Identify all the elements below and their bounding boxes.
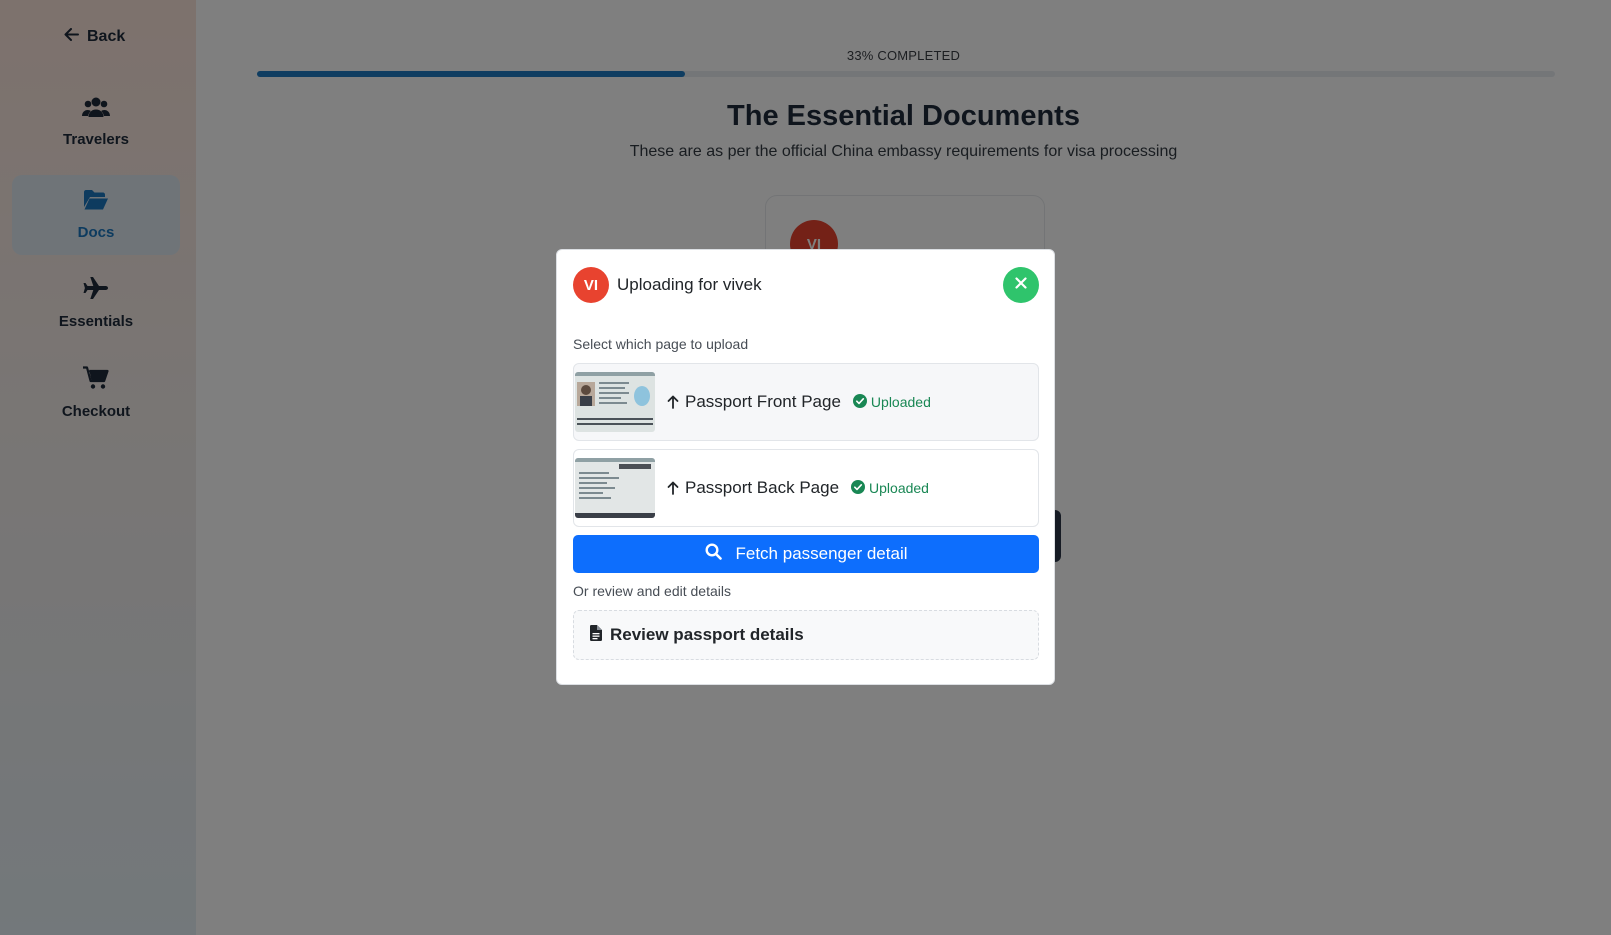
check-circle-icon bbox=[851, 479, 866, 497]
arrow-up-icon bbox=[667, 481, 679, 495]
close-button[interactable] bbox=[1003, 267, 1039, 303]
passport-front-thumbnail bbox=[575, 372, 655, 432]
status-text: Uploaded bbox=[870, 394, 931, 410]
status-badge: Uploaded bbox=[852, 393, 931, 411]
check-circle-icon bbox=[852, 393, 867, 411]
file-icon bbox=[590, 624, 602, 646]
status-text: Uploaded bbox=[869, 480, 929, 496]
page-option-title: Passport Back Page bbox=[685, 478, 840, 497]
status-badge: Uploaded bbox=[851, 479, 929, 497]
arrow-up-icon bbox=[667, 395, 679, 409]
search-icon bbox=[704, 543, 722, 565]
passport-back-thumbnail bbox=[575, 458, 655, 518]
avatar: VI bbox=[573, 267, 609, 303]
fetch-button-label: Fetch passenger detail bbox=[735, 544, 908, 563]
review-button-label: Review passport details bbox=[610, 625, 804, 644]
select-page-label: Select which page to upload bbox=[573, 336, 749, 352]
fetch-passenger-detail-button[interactable]: Fetch passenger detail bbox=[573, 535, 1039, 573]
passport-back-page-option[interactable]: Passport Back Page Uploaded bbox=[573, 449, 1039, 527]
review-passport-details-button[interactable]: Review passport details bbox=[573, 610, 1039, 660]
close-icon bbox=[1015, 276, 1027, 294]
review-edit-label: Or review and edit details bbox=[573, 583, 731, 599]
page-option-title: Passport Front Page bbox=[685, 392, 841, 411]
passport-front-page-option[interactable]: Passport Front Page Uploaded bbox=[573, 363, 1039, 441]
upload-modal: VI Uploading for vivek Select which page… bbox=[556, 249, 1055, 685]
modal-title: Uploading for vivek bbox=[617, 275, 762, 294]
